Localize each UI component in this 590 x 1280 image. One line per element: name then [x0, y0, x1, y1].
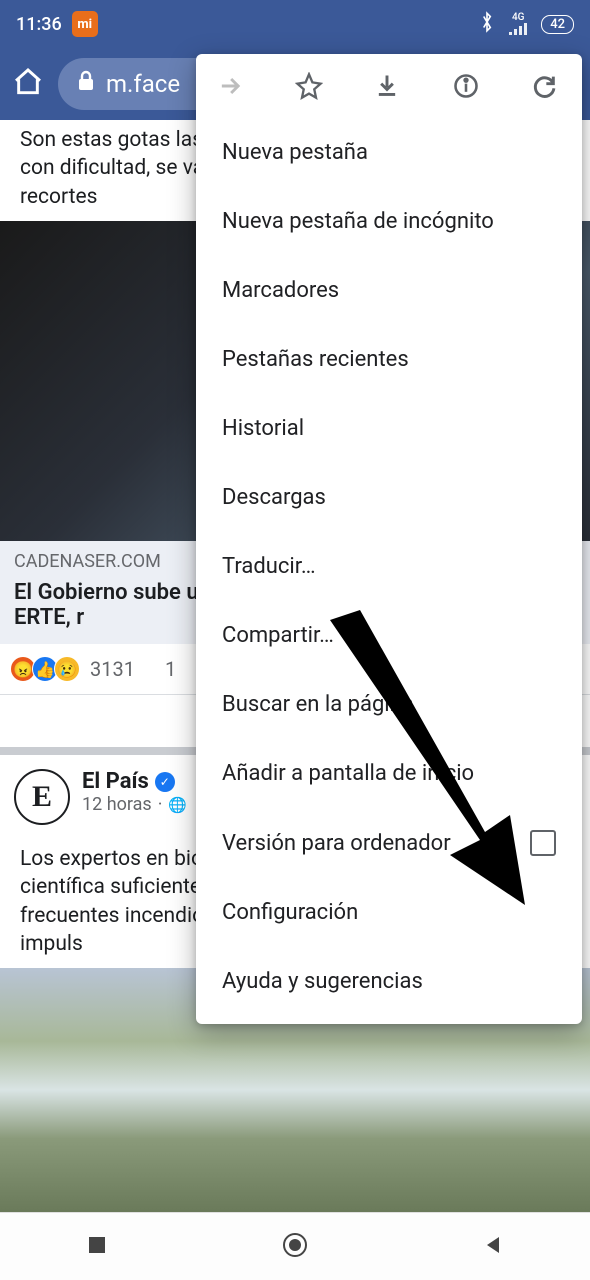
verified-badge-icon: ✓: [155, 772, 175, 792]
star-icon[interactable]: [293, 72, 325, 100]
signal-icon: 4G: [509, 13, 527, 35]
page-name[interactable]: El País: [82, 769, 149, 794]
desktop-site-checkbox[interactable]: [530, 830, 556, 856]
back-button[interactable]: [481, 1233, 505, 1261]
home-icon[interactable]: [12, 66, 44, 102]
info-icon[interactable]: [450, 72, 482, 100]
menu-item-desktop-site[interactable]: Versión para ordenador: [196, 808, 582, 878]
menu-item-settings[interactable]: Configuración: [196, 878, 582, 947]
menu-item-bookmarks[interactable]: Marcadores: [196, 256, 582, 325]
status-time: 11:36: [16, 14, 62, 35]
menu-item-help[interactable]: Ayuda y sugerencias: [196, 947, 582, 1016]
page-avatar[interactable]: E: [14, 769, 70, 825]
download-icon[interactable]: [371, 72, 403, 100]
reaction-count: 3131: [90, 657, 135, 681]
app-notification-icon: mi: [72, 11, 98, 37]
menu-item-add-homescreen[interactable]: Añadir a pantalla de inicio: [196, 739, 582, 808]
menu-item-history[interactable]: Historial: [196, 394, 582, 463]
menu-item-find[interactable]: Buscar en la página: [196, 670, 582, 739]
menu-item-downloads[interactable]: Descargas: [196, 463, 582, 532]
sad-reaction-icon: 😢: [54, 656, 80, 682]
post-timestamp: 12 horas · 🌐: [82, 794, 187, 815]
menu-item-share[interactable]: Compartir…: [196, 601, 582, 670]
android-nav-bar: [0, 1212, 590, 1280]
home-button[interactable]: [280, 1230, 310, 1264]
menu-toolbar: [196, 54, 582, 118]
battery-indicator: 42: [541, 15, 574, 34]
browser-menu: Nueva pestaña Nueva pestaña de incógnito…: [196, 54, 582, 1024]
menu-item-recent-tabs[interactable]: Pestañas recientes: [196, 325, 582, 394]
lock-icon: [76, 70, 96, 98]
menu-item-new-tab[interactable]: Nueva pestaña: [196, 118, 582, 187]
forward-icon[interactable]: [214, 72, 246, 100]
reload-icon[interactable]: [528, 72, 560, 100]
comment-count-partial: 1: [165, 657, 176, 681]
recent-apps-button[interactable]: [85, 1233, 109, 1261]
bluetooth-icon: [479, 11, 495, 38]
menu-item-translate[interactable]: Traducir…: [196, 532, 582, 601]
menu-item-incognito[interactable]: Nueva pestaña de incógnito: [196, 187, 582, 256]
status-bar: 11:36 mi 4G 42: [0, 0, 590, 48]
globe-icon: 🌐: [168, 796, 187, 814]
url-text: m.face: [106, 70, 180, 98]
